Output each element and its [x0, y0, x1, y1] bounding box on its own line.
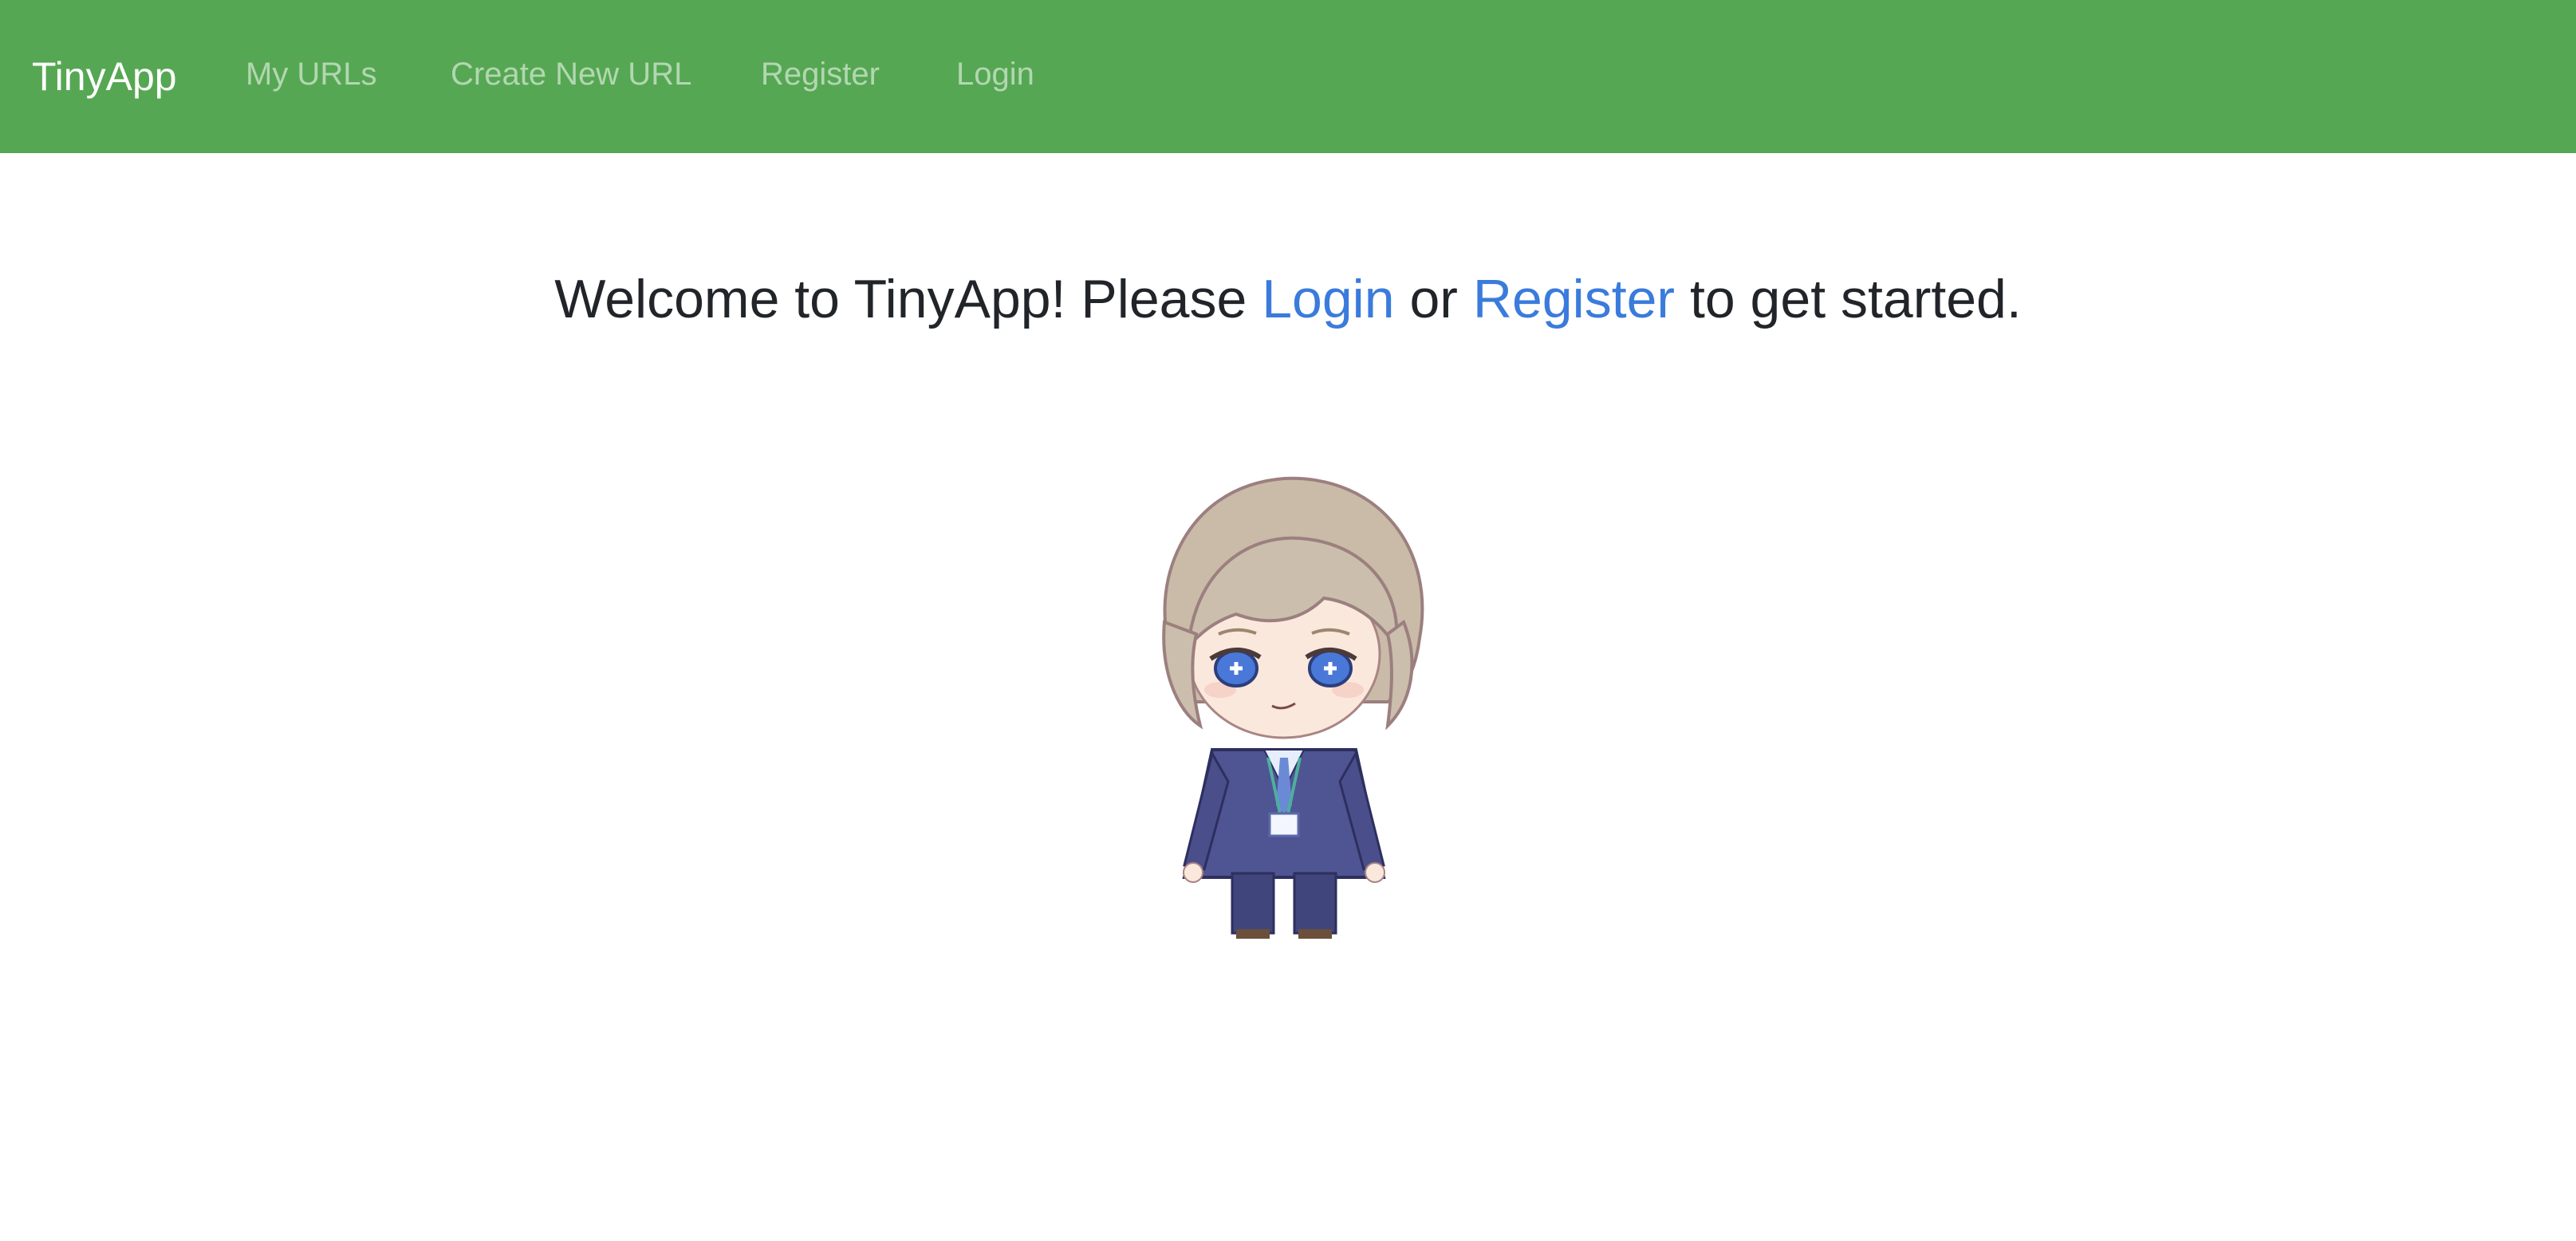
welcome-suffix: to get started. — [1675, 269, 2022, 329]
nav-register[interactable]: Register — [761, 0, 880, 153]
welcome-login-link[interactable]: Login — [1262, 269, 1394, 329]
nav-create-new-url[interactable]: Create New URL — [451, 0, 691, 153]
nav-my-urls[interactable]: My URLs — [246, 0, 376, 153]
chibi-character-illustration — [1162, 476, 1424, 939]
brand-link[interactable]: TinyApp — [32, 0, 177, 153]
welcome-register-link[interactable]: Register — [1473, 269, 1675, 329]
welcome-middle: or — [1394, 269, 1473, 329]
welcome-heading: Welcome to TinyApp! Please Login or Regi… — [0, 263, 2576, 335]
navbar: TinyApp My URLs Create New URL Register … — [0, 0, 2576, 153]
nav-login[interactable]: Login — [956, 0, 1034, 153]
welcome-prefix: Welcome to TinyApp! Please — [554, 269, 1262, 329]
